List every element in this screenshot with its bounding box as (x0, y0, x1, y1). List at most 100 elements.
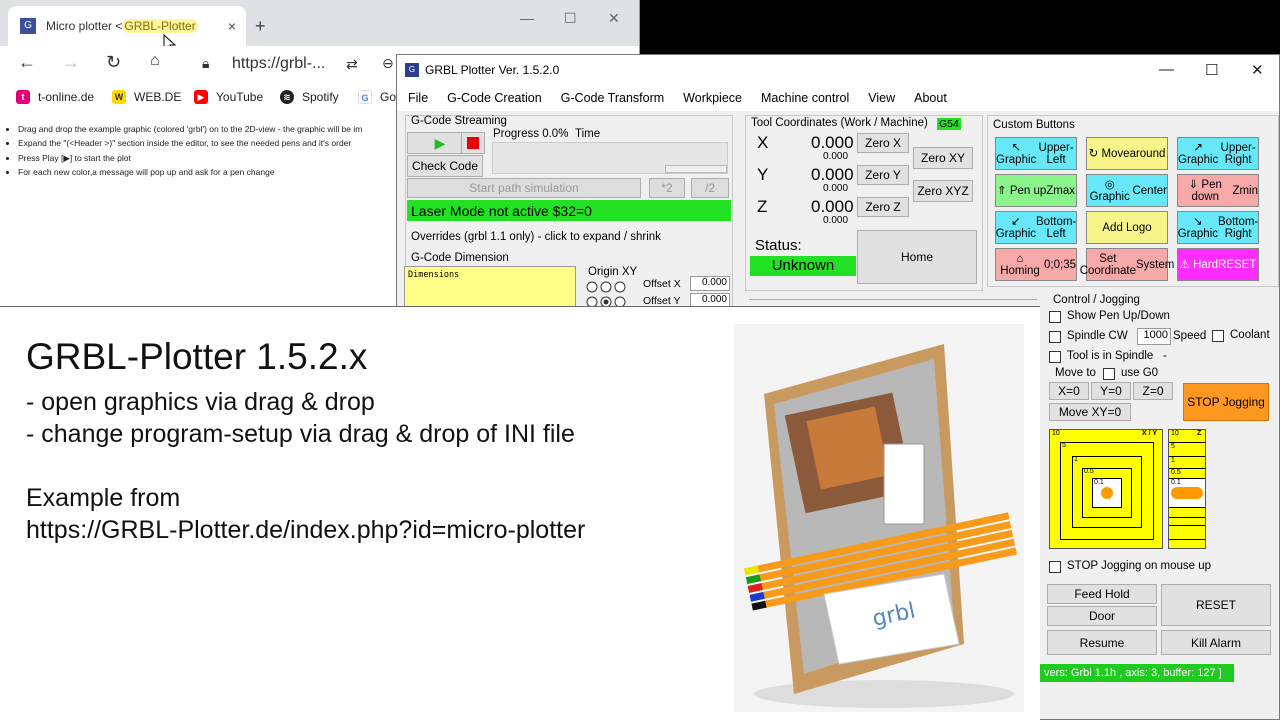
z-jog-pad[interactable]: 10 5 1 0.5 0.1 Z (1168, 429, 1206, 549)
maximize-icon[interactable]: ☐ (564, 10, 577, 27)
minimize-icon[interactable]: — (520, 10, 534, 26)
resume-button[interactable]: Resume (1047, 630, 1157, 655)
graphic-center-button[interactable]: ◎ Graphic Center (1086, 174, 1168, 207)
overlay-bullet-1: - open graphics via drag & drop (26, 388, 375, 416)
menu-view[interactable]: View (860, 91, 903, 105)
move-around-button[interactable]: ↻ Move around (1086, 137, 1168, 170)
kill-alarm-button[interactable]: Kill Alarm (1161, 630, 1271, 655)
reload-icon[interactable]: ↻ (106, 52, 121, 73)
bookmark-youtube[interactable]: ▶ YouTube (194, 88, 263, 106)
spindle-cw-label: Spindle CW (1067, 330, 1128, 342)
menu-about[interactable]: About (906, 91, 955, 105)
pen-up-button[interactable]: ⇑ Pen up Zmax (995, 174, 1077, 207)
move-xy0-button[interactable]: Move XY=0 (1049, 403, 1131, 421)
custom-button-line2: Upper-Right (1220, 141, 1256, 166)
page-instructions: Drag and drop the example graphic (color… (6, 122, 406, 179)
menu-machine-control[interactable]: Machine control (753, 91, 857, 105)
menu-file[interactable]: File (400, 91, 436, 105)
menu-gcode-transform[interactable]: G-Code Transform (553, 91, 673, 105)
feed-hold-button[interactable]: Feed Hold (1047, 584, 1157, 604)
tool-in-spindle-checkbox[interactable] (1049, 351, 1061, 363)
move-z0-button[interactable]: Z=0 (1133, 382, 1173, 400)
menu-workpiece[interactable]: Workpiece (675, 91, 750, 105)
close-window-icon[interactable]: ✕ (1251, 61, 1264, 79)
xy-jog-pad[interactable]: 10 5 1 0.5 0.1 X / Y (1049, 429, 1163, 549)
stop-jogging-button[interactable]: STOP Jogging (1183, 383, 1269, 421)
zoom-icon[interactable]: ⊖ (382, 55, 394, 72)
minimize-icon[interactable]: — (1159, 61, 1174, 78)
hard-reset-button[interactable]: ⚠ Hard RESET (1177, 248, 1259, 281)
custom-button-line2: Zmax (1046, 184, 1076, 197)
custom-button-line2: around (1129, 147, 1166, 160)
z-tick: 10 (1171, 430, 1179, 437)
custom-button-line1: Set Coordinate (1079, 252, 1136, 277)
overlay-example-label: Example from (26, 484, 181, 512)
add-logo-button[interactable]: Add Logo (1086, 211, 1168, 244)
tool-in-spindle-label: Tool is in Spindle (1067, 350, 1154, 362)
zero-z-button[interactable]: Zero Z (857, 197, 909, 217)
bookmark-google[interactable]: G Go (358, 88, 396, 106)
reset-button[interactable]: RESET (1161, 584, 1271, 626)
start-path-simulation-button[interactable]: Start path simulation (407, 178, 641, 198)
check-code-button[interactable]: Check Code (407, 155, 483, 177)
set-coordinate-system-button[interactable]: Set Coordinate System (1080, 248, 1174, 281)
time-label: Time (575, 128, 601, 140)
zero-y-button[interactable]: Zero Y (857, 165, 909, 185)
offset-x-input[interactable]: 0.000 (690, 276, 730, 291)
forward-icon[interactable]: → (62, 52, 80, 73)
graphic-upper-left-button[interactable]: ↖ Graphic Upper-Left (995, 137, 1077, 170)
graphic-bottom-left-button[interactable]: ↙ Graphic Bottom-Left (995, 211, 1077, 244)
custom-button-line1: ↙ Graphic (995, 215, 1037, 240)
browser-tab[interactable]: G Micro plotter < GRBL-Plotter × (8, 6, 246, 46)
instruction-line: Expand the "(<Header >)" section inside … (18, 136, 406, 150)
z-tick: 1 (1171, 457, 1175, 464)
overrides-toggle[interactable]: Overrides (grbl 1.1 only) - click to exp… (411, 231, 661, 243)
custom-button-line2: Bottom-Right (1218, 215, 1259, 240)
move-y0-button[interactable]: Y=0 (1091, 382, 1131, 400)
bookmark-label: Spotify (302, 90, 339, 104)
zero-xy-button[interactable]: Zero XY (913, 147, 973, 169)
bookmark-t-online[interactable]: t t-online.de (16, 88, 94, 106)
back-icon[interactable]: ← (18, 52, 36, 73)
spindle-speed-input[interactable]: 1000 (1137, 328, 1171, 345)
translate-icon[interactable]: ⇄ (346, 56, 358, 73)
g54-badge: G54 (937, 118, 961, 130)
spindle-cw-checkbox[interactable] (1049, 331, 1061, 343)
custom-button-line1: ⇓ Pen down (1188, 178, 1222, 203)
close-window-icon[interactable]: ✕ (608, 10, 620, 27)
zero-x-button[interactable]: Zero X (857, 133, 909, 153)
maximize-icon[interactable]: ☐ (1205, 61, 1218, 79)
bookmark-webde[interactable]: W WEB.DE (112, 88, 181, 106)
xy-corner-label: X / Y (1142, 430, 1158, 437)
stop-button[interactable] (461, 132, 485, 154)
speed-half-button[interactable]: /2 (691, 178, 729, 198)
custom-button-line1: ⚠ Hard (1179, 258, 1219, 271)
door-button[interactable]: Door (1047, 606, 1157, 626)
origin-radio-grid[interactable] (585, 281, 631, 309)
use-g0-checkbox[interactable] (1103, 368, 1115, 380)
speed-x2-button[interactable]: *2 (649, 178, 685, 198)
new-tab-icon[interactable]: + (255, 16, 266, 37)
tab-bar: G Micro plotter < GRBL-Plotter × + — ☐ ✕ (0, 0, 639, 54)
graphic-bottom-right-button[interactable]: ↘ Graphic Bottom-Right (1177, 211, 1259, 244)
bookmark-label: WEB.DE (134, 90, 182, 104)
homing-button[interactable]: ⌂ Homing 0;0;35 (995, 248, 1077, 281)
move-x0-button[interactable]: X=0 (1049, 382, 1089, 400)
home-icon[interactable]: ⌂ (150, 52, 160, 70)
tab-title-part2: GRBL-Plotter (122, 19, 198, 33)
tab-close-icon[interactable]: × (228, 18, 236, 34)
graphic-upper-right-button[interactable]: ↗ Graphic Upper-Right (1177, 137, 1259, 170)
custom-button-line1: ⇑ Pen up (996, 184, 1047, 197)
menu-gcode-creation[interactable]: G-Code Creation (439, 91, 550, 105)
instruction-line: Press Play [▶] to start the plot (18, 151, 406, 165)
custom-button-line2: Bottom-Left (1036, 215, 1077, 240)
coolant-checkbox[interactable] (1212, 330, 1224, 342)
zero-xyz-button[interactable]: Zero XYZ (913, 180, 973, 202)
x-work-value: 0.000 (811, 133, 854, 152)
pen-down-button[interactable]: ⇓ Pen down Zmin (1177, 174, 1259, 207)
bookmark-spotify[interactable]: ≋ Spotify (280, 88, 339, 106)
stop-on-mouseup-checkbox[interactable] (1049, 561, 1061, 573)
show-pen-checkbox[interactable] (1049, 311, 1061, 323)
custom-button-line2: Upper-Left (1038, 141, 1074, 166)
home-button[interactable]: Home (857, 230, 977, 284)
